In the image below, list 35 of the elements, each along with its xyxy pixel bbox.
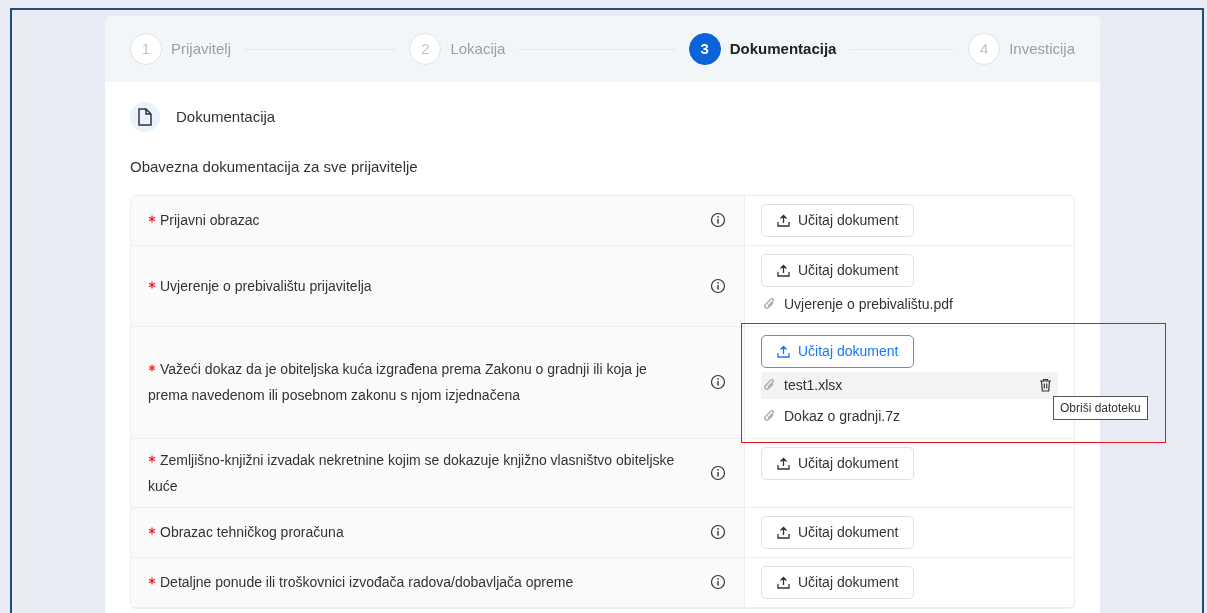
- document-icon: [130, 102, 160, 132]
- file-link[interactable]: Uvjerenje o prebivalištu.pdf: [784, 293, 1058, 315]
- upload-icon: [777, 263, 790, 277]
- info-icon[interactable]: [710, 524, 726, 540]
- document-label: Detaljne ponude ili troškovnici izvođača radova/dobavljača opreme: [148, 569, 688, 595]
- upload-icon: [777, 525, 790, 539]
- upload-icon: [777, 213, 790, 227]
- upload-button[interactable]: Učitaj dokument: [761, 203, 915, 237]
- tooltip: Obriši datoteku: [1053, 395, 1148, 420]
- upload-button[interactable]: Učitaj dokument: [761, 446, 915, 480]
- paperclip-icon: [763, 297, 776, 311]
- info-icon[interactable]: [710, 212, 726, 228]
- document-label: Uvjerenje o prebivalištu prijavitelja: [148, 272, 688, 299]
- upload-icon: [777, 344, 790, 358]
- section-title: Dokumentacija: [176, 106, 276, 127]
- upload-button[interactable]: Učitaj dokument: [761, 565, 915, 599]
- paperclip-icon: [763, 409, 776, 423]
- document-label: Važeći dokaz da je obiteljska kuća izgrađena prema Zakonu o gradnji ili koja je prema navedenom ili posebnom zakonu s njom izjednačena: [148, 360, 648, 405]
- info-icon[interactable]: [710, 464, 726, 481]
- upload-button[interactable]: Učitaj dokument: [761, 515, 915, 549]
- upload-button[interactable]: Učitaj dokument: [761, 253, 915, 287]
- upload-icon: [777, 575, 790, 589]
- document-label: Obrazac tehničkog proračuna: [148, 519, 688, 545]
- info-icon[interactable]: [710, 277, 726, 294]
- step-label[interactable]: Dokumentacija: [729, 37, 837, 61]
- info-icon[interactable]: [710, 374, 726, 390]
- upload-icon: [777, 456, 790, 470]
- document-label: Prijavni obrazac: [148, 207, 688, 233]
- step-number[interactable]: 3: [688, 33, 721, 65]
- section-subtitle: Obavezna dokumentacija za sve prijavitelje: [130, 157, 419, 177]
- trash-icon[interactable]: [1039, 378, 1052, 392]
- paperclip-icon: [763, 378, 776, 392]
- info-icon[interactable]: [710, 574, 726, 590]
- document-label: Zemljišno-knjižni izvadak nekretnine kojim se dokazuje knjižno vlasništvo obiteljske kuće: [148, 450, 676, 496]
- upload-button[interactable]: Učitaj dokument: [761, 334, 915, 368]
